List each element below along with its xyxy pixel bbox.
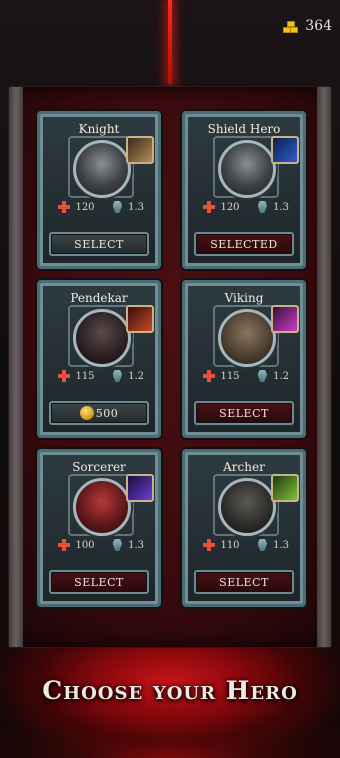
axe-swing-icon <box>271 305 299 333</box>
speed-value: 1.3 <box>273 201 289 213</box>
choose-hero-title: Choose your Hero <box>42 676 298 705</box>
speed-boot-icon <box>112 201 123 213</box>
speed-boot-icon <box>257 201 268 213</box>
hp-value: 110 <box>220 539 240 551</box>
shield-icon <box>271 136 299 164</box>
hero-name: Archer <box>223 460 265 474</box>
selected-button[interactable]: SELECTED <box>194 232 294 256</box>
hero-card-shield-hero[interactable]: Shield Hero 120 1.3 SELECTED <box>182 111 306 269</box>
speed-boot-icon <box>257 539 268 551</box>
health-cross-icon <box>58 539 71 551</box>
shield-hero-portrait-icon <box>218 140 276 198</box>
hp-value: 120 <box>220 201 240 213</box>
health-cross-icon <box>58 201 71 213</box>
price-value: 500 <box>95 406 119 420</box>
select-button[interactable]: SELECT <box>194 401 294 425</box>
buy-button[interactable]: 500 <box>49 401 149 425</box>
arrow-volley-icon <box>271 474 299 502</box>
hero-name: Sorcerer <box>72 460 126 474</box>
pendekar-portrait-icon <box>73 309 131 367</box>
hero-name: Shield Hero <box>207 122 281 136</box>
hero-card-knight[interactable]: Knight 120 1.3 SELECT <box>37 111 161 269</box>
sword-slash-icon <box>126 136 154 164</box>
archer-portrait-icon <box>218 478 276 536</box>
hero-name: Knight <box>78 122 120 136</box>
right-pillar <box>317 87 331 647</box>
left-pillar <box>9 87 23 647</box>
select-button[interactable]: SELECT <box>194 570 294 594</box>
hero-card-sorcerer[interactable]: Sorcerer 100 1.3 SELECT <box>37 449 161 607</box>
magic-bolt-icon <box>126 474 154 502</box>
select-button[interactable]: SELECT <box>49 232 149 256</box>
hp-value: 120 <box>75 201 95 213</box>
speed-value: 1.3 <box>128 201 144 213</box>
gold-amount: 364 <box>305 18 332 34</box>
speed-value: 1.2 <box>128 370 144 382</box>
speed-boot-icon <box>257 370 268 382</box>
hero-card-archer[interactable]: Archer 110 1.3 SELECT <box>182 449 306 607</box>
hero-stats: 110 1.3 <box>203 539 289 551</box>
hero-name: Viking <box>224 291 264 305</box>
speed-boot-icon <box>112 539 123 551</box>
speed-value: 1.3 <box>273 539 289 551</box>
health-cross-icon <box>203 539 216 551</box>
hero-stats: 100 1.3 <box>58 539 144 551</box>
hero-stats: 120 1.3 <box>58 201 144 213</box>
sorcerer-portrait-icon <box>73 478 131 536</box>
hp-value: 115 <box>75 370 95 382</box>
red-light-beam <box>168 0 172 84</box>
hero-panel: Knight 120 1.3 SELECT Shield Hero 120 1.… <box>8 86 332 648</box>
health-cross-icon <box>203 370 216 382</box>
speed-value: 1.3 <box>128 539 144 551</box>
hp-value: 115 <box>220 370 240 382</box>
gold-bars-icon <box>283 19 299 33</box>
select-button[interactable]: SELECT <box>49 570 149 594</box>
hero-card-pendekar[interactable]: Pendekar 115 1.2 500 <box>37 280 161 438</box>
hero-stats: 120 1.3 <box>203 201 289 213</box>
hero-card-viking[interactable]: Viking 115 1.2 SELECT <box>182 280 306 438</box>
speed-value: 1.2 <box>273 370 289 382</box>
hero-name: Pendekar <box>70 291 128 305</box>
viking-portrait-icon <box>218 309 276 367</box>
knight-portrait-icon <box>73 140 131 198</box>
coin-icon <box>79 406 94 420</box>
claw-slash-icon <box>126 305 154 333</box>
hero-stats: 115 1.2 <box>58 370 144 382</box>
gold-counter: 364 <box>283 18 332 34</box>
hp-value: 100 <box>75 539 95 551</box>
health-cross-icon <box>58 370 71 382</box>
hero-stats: 115 1.2 <box>203 370 289 382</box>
speed-boot-icon <box>112 370 123 382</box>
health-cross-icon <box>203 201 216 213</box>
